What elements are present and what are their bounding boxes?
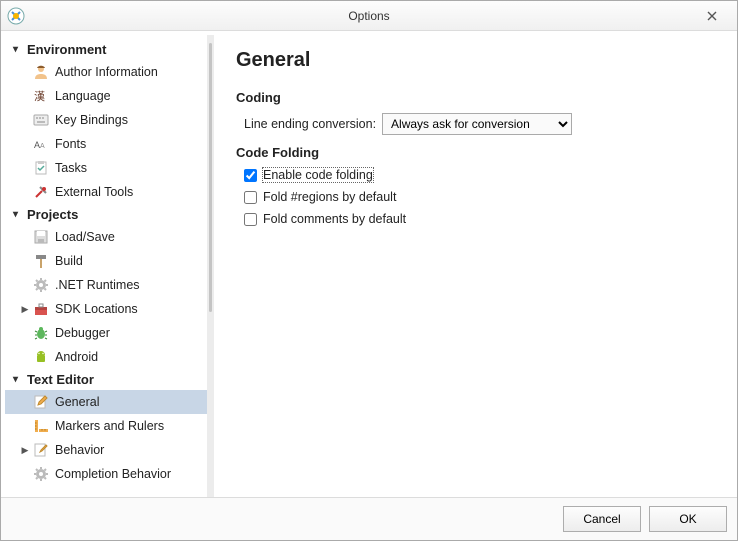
category-text-editor[interactable]: ▾ Text Editor (5, 369, 207, 390)
section-coding: Coding (236, 90, 719, 105)
expand-arrow-icon: ▾ (13, 374, 25, 385)
tree-item-load-save[interactable]: Load/Save (5, 225, 207, 249)
fold-regions-label: Fold #regions by default (263, 190, 396, 204)
gear-icon (33, 466, 49, 482)
line-ending-label: Line ending conversion: (244, 117, 376, 131)
tree-item-completion-behavior[interactable]: Completion Behavior (5, 462, 207, 486)
gear-icon (33, 277, 49, 293)
content-panel: General Coding Line ending conversion: A… (214, 35, 737, 497)
category-label: Environment (27, 42, 106, 57)
svg-text:A: A (40, 143, 45, 150)
tree-item-external-tools[interactable]: External Tools (5, 180, 207, 204)
tree-item-markers-rulers[interactable]: Markers and Rulers (5, 414, 207, 438)
enable-folding-checkbox[interactable] (244, 169, 257, 182)
tree-item-author-information[interactable]: Author Information (5, 60, 207, 84)
options-window: Options ▾ Environment Author Information… (0, 0, 738, 541)
tree-item-build[interactable]: Build (5, 249, 207, 273)
tree-item-android[interactable]: Android (5, 345, 207, 369)
line-ending-select[interactable]: Always ask for conversion (382, 113, 572, 135)
tree-item-label: Fonts (55, 137, 86, 151)
cancel-button[interactable]: Cancel (563, 506, 641, 532)
tree-item-label: External Tools (55, 185, 133, 199)
page-heading: General (236, 49, 719, 72)
tree-item-key-bindings[interactable]: Key Bindings (5, 108, 207, 132)
tree-item-general[interactable]: General (5, 390, 207, 414)
tree-item-label: Completion Behavior (55, 467, 171, 481)
tree-item-net-runtimes[interactable]: .NET Runtimes (5, 273, 207, 297)
enable-folding-label: Enable code folding (263, 168, 373, 182)
tree-item-fonts[interactable]: AA Fonts (5, 132, 207, 156)
chevron-right-icon: ▶ (19, 445, 31, 456)
tools-icon (33, 184, 49, 200)
titlebar: Options (1, 1, 737, 31)
expand-arrow-icon: ▾ (13, 209, 25, 220)
tree-item-sdk-locations[interactable]: ▶ SDK Locations (5, 297, 207, 321)
behavior-icon (33, 442, 49, 458)
rulers-icon (33, 418, 49, 434)
tree-item-tasks[interactable]: Tasks (5, 156, 207, 180)
tree-item-label: Markers and Rulers (55, 419, 164, 433)
tree-item-label: Android (55, 350, 98, 364)
language-icon: 漢 (33, 88, 49, 104)
category-projects[interactable]: ▾ Projects (5, 204, 207, 225)
fonts-icon: AA (33, 136, 49, 152)
tree-item-label: Author Information (55, 65, 158, 79)
edit-icon (33, 394, 49, 410)
disk-icon (33, 229, 49, 245)
tree-item-language[interactable]: 漢 Language (5, 84, 207, 108)
ok-button[interactable]: OK (649, 506, 727, 532)
section-code-folding: Code Folding (236, 145, 719, 160)
window-title: Options (1, 9, 737, 23)
fold-comments-checkbox[interactable] (244, 213, 257, 226)
close-button[interactable] (691, 6, 733, 26)
row-fold-regions: Fold #regions by default (244, 190, 719, 204)
category-label: Projects (27, 207, 78, 222)
tasks-icon (33, 160, 49, 176)
dialog-body: ▾ Environment Author Information 漢 Langu… (1, 31, 737, 497)
tree-item-label: Load/Save (55, 230, 115, 244)
tree-item-label: Behavior (55, 443, 104, 457)
tree-item-label: Debugger (55, 326, 110, 340)
dialog-footer: Cancel OK (1, 497, 737, 540)
tree-item-label: Key Bindings (55, 113, 128, 127)
tree-item-label: .NET Runtimes (55, 278, 140, 292)
bug-icon (33, 325, 49, 341)
tree-item-label: Tasks (55, 161, 87, 175)
tree-item-debugger[interactable]: Debugger (5, 321, 207, 345)
row-enable-folding: Enable code folding (244, 168, 719, 182)
row-line-ending: Line ending conversion: Always ask for c… (244, 113, 719, 135)
splitter[interactable] (207, 35, 214, 497)
tree-item-label: Build (55, 254, 83, 268)
fold-regions-checkbox[interactable] (244, 191, 257, 204)
tree-item-label: Language (55, 89, 111, 103)
expand-arrow-icon: ▾ (13, 44, 25, 55)
tree-item-behavior[interactable]: ▶ Behavior (5, 438, 207, 462)
svg-text:漢: 漢 (34, 90, 45, 103)
category-environment[interactable]: ▾ Environment (5, 39, 207, 60)
tree-item-label: SDK Locations (55, 302, 138, 316)
chevron-right-icon: ▶ (19, 304, 31, 315)
row-fold-comments: Fold comments by default (244, 212, 719, 226)
author-icon (33, 64, 49, 80)
toolbox-icon (33, 301, 49, 317)
hammer-icon (33, 253, 49, 269)
close-icon (707, 11, 717, 21)
android-icon (33, 349, 49, 365)
app-icon (7, 7, 25, 25)
keybindings-icon (33, 112, 49, 128)
category-label: Text Editor (27, 372, 94, 387)
fold-comments-label: Fold comments by default (263, 212, 406, 226)
tree-item-label: General (55, 395, 99, 409)
category-tree[interactable]: ▾ Environment Author Information 漢 Langu… (1, 35, 207, 497)
